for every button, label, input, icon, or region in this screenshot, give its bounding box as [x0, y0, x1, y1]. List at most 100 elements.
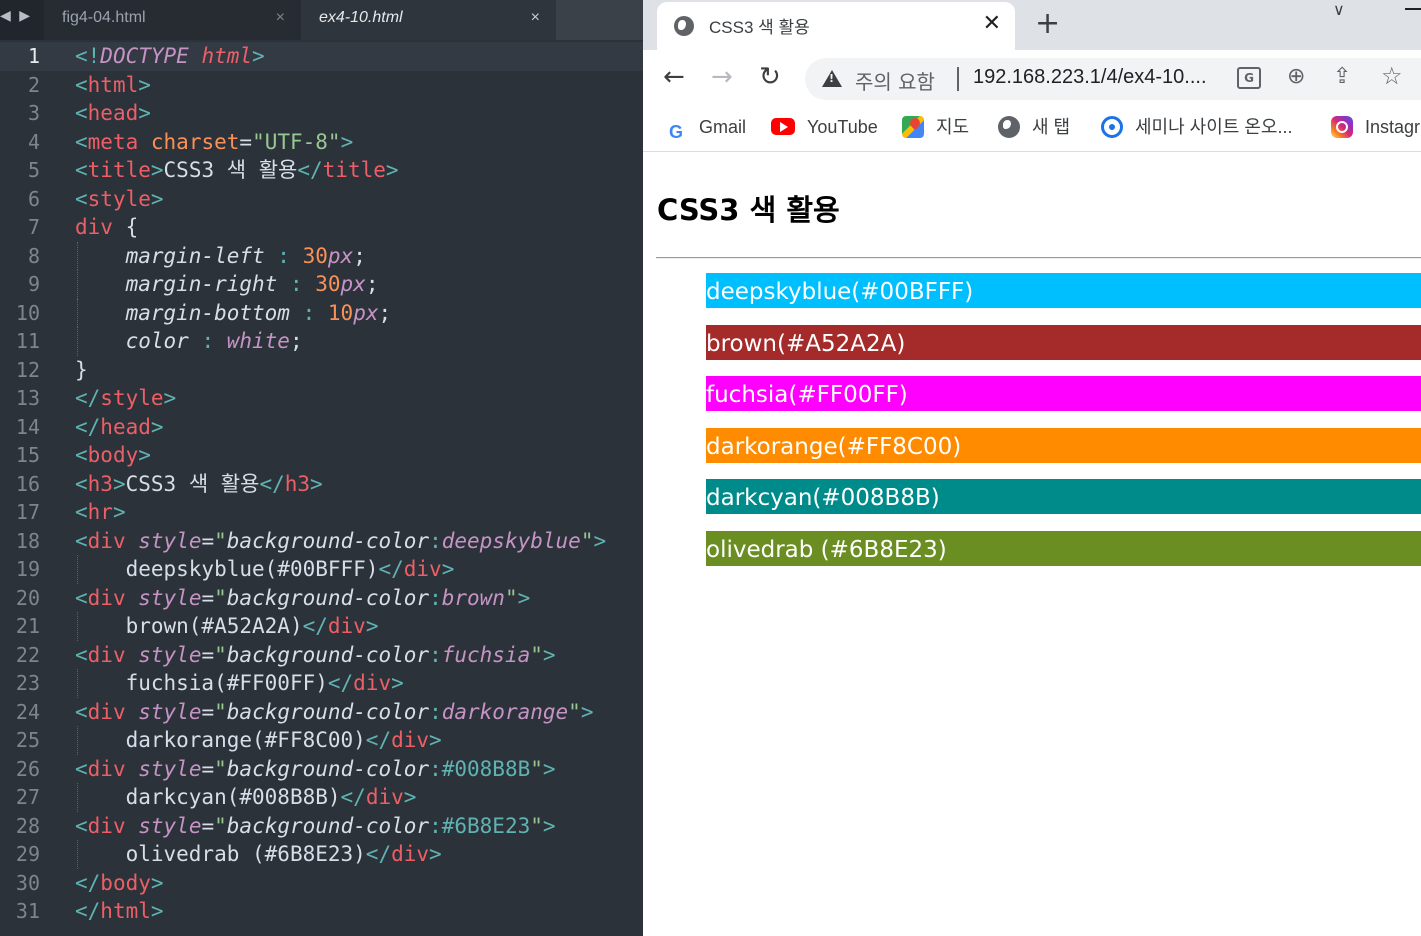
code-line[interactable]: 6 <style> [0, 185, 643, 214]
line-number: 7 [27, 215, 40, 239]
code-line[interactable]: 23 fuchsia(#FF00FF)</div> [0, 669, 643, 698]
bookmark-new-tab[interactable]: 새 탭 [998, 114, 1070, 140]
bookmark-instagram[interactable]: Instagr [1331, 114, 1420, 140]
line-number: 25 [15, 728, 40, 752]
web-page-content: CSS3 색 활용 deepskyblue(#00BFFF) brown(#A5… [643, 153, 1421, 936]
browser-toolbar: ← → ↻ 주의 요함 192.168.223.1/4/ex4-10.... G… [643, 50, 1421, 106]
star-icon[interactable]: ☆ [1381, 62, 1403, 90]
page-heading: CSS3 색 활용 [657, 193, 840, 227]
code-line[interactable]: 14 </head> [0, 413, 643, 442]
browser-tab[interactable]: CSS3 색 활용 ✕ [657, 2, 1015, 50]
color-box-brown: brown(#A52A2A) [706, 325, 1421, 360]
ring-icon [1101, 116, 1123, 138]
bookmark-gmail[interactable]: G Gmail [665, 114, 746, 143]
zoom-icon[interactable]: ⊕ [1287, 64, 1305, 89]
code-line[interactable]: 5 <title>CSS3 색 활용</title> [0, 156, 643, 185]
line-number: 20 [15, 585, 40, 610]
code-line[interactable]: 11 color : white; [0, 327, 643, 356]
line-number: 18 [15, 528, 40, 553]
line-number: 28 [15, 813, 40, 838]
code-line[interactable]: 25 darkorange(#FF8C00)</div> [0, 726, 643, 755]
code-line[interactable]: 16 <h3>CSS3 색 활용</h3> [0, 470, 643, 499]
line-number: 10 [15, 300, 40, 325]
line-number: 26 [15, 756, 40, 781]
divider [957, 67, 959, 91]
code-line[interactable]: 10 margin-bottom : 10px; [0, 298, 643, 327]
line-number: 9 [27, 272, 40, 296]
chevron-down-icon[interactable]: ∨ [1333, 0, 1345, 19]
line-number: 30 [15, 870, 40, 895]
close-icon[interactable]: × [531, 0, 540, 36]
code-line[interactable]: 20 <div style="background-color:brown"> [0, 584, 643, 613]
bookmark-maps[interactable]: 지도 [902, 114, 969, 140]
code-line[interactable]: 21 brown(#A52A2A)</div> [0, 612, 643, 641]
new-tab-button[interactable]: + [1035, 6, 1060, 41]
editor-tab-label: ex4-10.html [319, 9, 403, 26]
line-number: 24 [15, 699, 40, 724]
editor-tab-bar: ◀ ▶ fig4-04.html × ex4-10.html × [0, 0, 643, 40]
reload-button[interactable]: ↻ [759, 62, 781, 92]
code-line[interactable]: 9 margin-right : 30px; [0, 270, 643, 299]
back-button[interactable]: ← [663, 62, 685, 92]
color-box-olivedrab: olivedrab (#6B8E23) [706, 531, 1421, 566]
share-icon[interactable]: ⇪ [1333, 64, 1351, 89]
warning-icon[interactable] [822, 70, 842, 87]
code-editor: ◀ ▶ fig4-04.html × ex4-10.html × 1 <!DOCT… [0, 0, 643, 936]
code-line[interactable]: 8 margin-left : 30px; [0, 241, 643, 270]
code-line[interactable]: 27 darkcyan(#008B8B)</div> [0, 783, 643, 812]
code-line[interactable]: 17 <hr> [0, 498, 643, 527]
close-icon[interactable]: × [276, 0, 285, 36]
code-line[interactable]: 4 <meta charset="UTF-8"> [0, 128, 643, 157]
code-line[interactable]: 22 <div style="background-color:fuchsia"> [0, 641, 643, 670]
code-line[interactable]: 29 olivedrab (#6B8E23)</div> [0, 840, 643, 869]
code-line[interactable]: 15 <body> [0, 441, 643, 470]
editor-tab-label: fig4-04.html [62, 9, 146, 26]
code-line[interactable]: 28 <div style="background-color:#6B8E23"> [0, 812, 643, 841]
code-line[interactable]: 13 </style> [0, 384, 643, 413]
editor-tab-ex4-10[interactable]: ex4-10.html × [301, 0, 556, 40]
line-number: 8 [27, 243, 40, 268]
line-number: 17 [15, 500, 40, 524]
color-box-fuchsia: fuchsia(#FF00FF) [706, 376, 1421, 411]
horizontal-rule [656, 257, 1421, 259]
tab-nav-arrows[interactable]: ◀ ▶ [0, 8, 40, 28]
code-line[interactable]: 18 <div style="background-color:deepskybl… [0, 527, 643, 556]
code-line[interactable]: 24 <div style="background-color:darkorang… [0, 698, 643, 727]
bookmark-youtube[interactable]: YouTube [771, 114, 878, 140]
google-icon: G [665, 121, 687, 143]
browser-window: CSS3 색 활용 ✕ + ∨ ← → ↻ 주의 요함 192.168.223.… [643, 0, 1421, 936]
code-area[interactable]: 1 <!DOCTYPE html> 2 <html> 3 <head> 4 <meta … [0, 42, 643, 926]
line-number: 27 [15, 785, 40, 809]
code-line[interactable]: 31 </html> [0, 897, 643, 926]
line-number: 29 [15, 842, 40, 866]
code-line[interactable]: 26 <div style="background-color:#008B8B"> [0, 755, 643, 784]
code-line[interactable]: 12} [0, 356, 643, 385]
line-number: 13 [15, 386, 40, 410]
instagram-icon [1331, 116, 1353, 138]
url-text[interactable]: 192.168.223.1/4/ex4-10.... [973, 66, 1207, 89]
close-icon[interactable]: ✕ [983, 11, 1001, 36]
editor-tab-fig4-04[interactable]: fig4-04.html × [44, 0, 301, 40]
line-number: 15 [15, 443, 40, 467]
code-line[interactable]: 19 deepskyblue(#00BFFF)</div> [0, 555, 643, 584]
code-line[interactable]: 2 <html> [0, 71, 643, 100]
line-number: 1 [27, 44, 40, 68]
youtube-icon [771, 118, 795, 135]
minimize-button[interactable] [1405, 8, 1421, 10]
code-line[interactable]: 1 <!DOCTYPE html> [0, 42, 643, 71]
code-line[interactable]: 3 <head> [0, 99, 643, 128]
forward-button[interactable]: → [711, 62, 733, 92]
security-status[interactable]: 주의 요함 [855, 66, 935, 95]
translate-icon[interactable]: G [1237, 67, 1261, 89]
line-number: 31 [15, 899, 40, 923]
color-box-darkorange: darkorange(#FF8C00) [706, 428, 1421, 463]
code-line[interactable]: 7 div { [0, 213, 643, 242]
code-line[interactable]: 30 </body> [0, 869, 643, 898]
globe-icon [674, 16, 694, 36]
line-number: 6 [27, 186, 40, 211]
browser-tab-title: CSS3 색 활용 [709, 18, 810, 37]
line-number: 11 [15, 329, 40, 353]
bookmark-seminar[interactable]: 세미나 사이트 온오... [1101, 114, 1292, 140]
line-number: 2 [27, 72, 40, 97]
address-bar[interactable]: 주의 요함 192.168.223.1/4/ex4-10.... G ⊕ ⇪ ☆ [805, 58, 1421, 100]
